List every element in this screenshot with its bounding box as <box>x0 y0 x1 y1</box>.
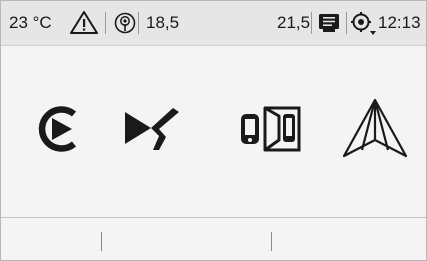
carplay-icon <box>32 102 86 161</box>
status-separator <box>346 12 347 34</box>
mirrorlink-icon <box>235 102 305 161</box>
softkey-bar <box>1 217 426 260</box>
ds-logo-icon <box>119 102 183 161</box>
notes-icon[interactable] <box>319 14 339 37</box>
status-separator <box>138 12 139 34</box>
carplay-tile[interactable] <box>19 86 99 176</box>
ds-connect-tile[interactable] <box>111 86 191 176</box>
clock: 12:13 <box>378 13 421 32</box>
status-separator <box>311 12 312 34</box>
status-separator <box>105 12 106 34</box>
android-auto-icon <box>342 98 408 165</box>
android-auto-tile[interactable] <box>335 86 415 176</box>
gps-settings-icon[interactable] <box>351 12 377 41</box>
softkey-1[interactable] <box>1 218 101 260</box>
connected-services-icon[interactable] <box>114 12 136 39</box>
left-zone-temperature[interactable]: 18,5 <box>146 13 179 33</box>
outside-temperature: 23 °C <box>9 13 52 32</box>
warning-icon[interactable] <box>69 10 99 40</box>
status-bar: 23 °C 18,5 21,5 12:13 <box>1 1 426 46</box>
right-zone-temperature[interactable]: 21,5 <box>277 13 310 33</box>
softkey-2[interactable] <box>102 218 271 260</box>
app-launcher <box>1 46 426 217</box>
infotainment-screen: 23 °C 18,5 21,5 12:13 <box>0 0 427 261</box>
mirrorlink-tile[interactable] <box>230 86 310 176</box>
softkey-3[interactable] <box>272 218 426 260</box>
